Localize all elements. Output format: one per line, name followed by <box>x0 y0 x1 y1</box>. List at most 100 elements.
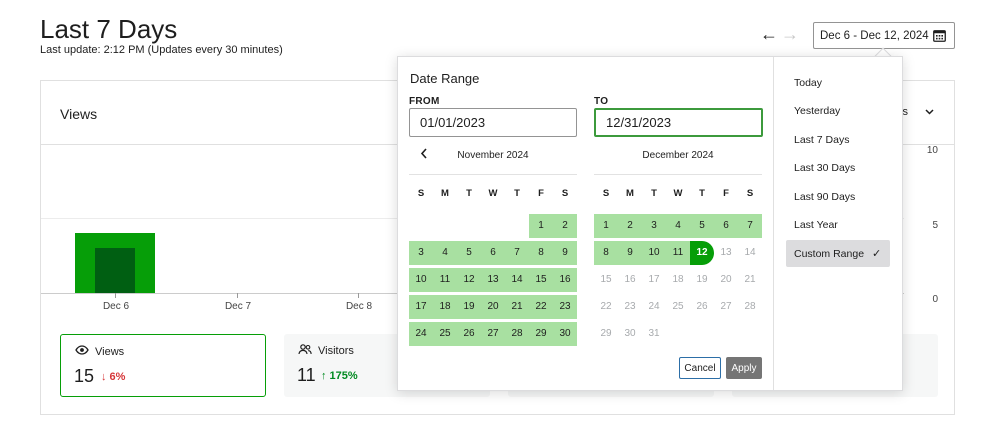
x-tick <box>115 293 116 298</box>
views-stat-tile[interactable]: Views 15 ↓ 6% <box>60 334 266 397</box>
calendar-day[interactable]: 13 <box>481 267 505 292</box>
calendar-day[interactable]: 9 <box>553 240 577 265</box>
stat-label: Views <box>95 345 125 358</box>
calendar-day[interactable]: 6 <box>714 213 738 238</box>
calendar-day[interactable]: 8 <box>594 240 618 265</box>
calendar-day[interactable]: 18 <box>433 294 457 319</box>
calendar-day-disabled: 18 <box>672 274 684 285</box>
cancel-button[interactable]: Cancel <box>679 357 721 379</box>
calendar-day-disabled: 22 <box>600 301 612 312</box>
calendar-day-disabled: 28 <box>744 301 756 312</box>
weekday-header: S <box>417 187 425 199</box>
calendar-blank <box>481 214 505 238</box>
calendar-day[interactable]: 20 <box>481 294 505 319</box>
weekday-header: M <box>441 187 449 199</box>
calendar-day[interactable]: 14 <box>505 267 529 292</box>
weekday-header: T <box>514 187 520 199</box>
x-tick <box>358 293 359 298</box>
calendar-day[interactable]: 4 <box>666 213 690 238</box>
calendar-blank <box>505 214 529 238</box>
to-date-input[interactable] <box>594 108 763 137</box>
calendar-day[interactable]: 5 <box>690 213 714 238</box>
calendar-day-disabled: 23 <box>624 301 636 312</box>
weekday-header: W <box>673 187 683 199</box>
calendar-day[interactable]: 10 <box>642 240 666 265</box>
calendar-day[interactable]: 30 <box>553 321 577 346</box>
calendar-day[interactable]: 12 <box>457 267 481 292</box>
calendar-day[interactable]: 15 <box>529 267 553 292</box>
stat-label: Visitors <box>318 345 354 357</box>
calendar-day[interactable]: 9 <box>618 240 642 265</box>
calendar-day-disabled: 17 <box>648 274 660 285</box>
calendar-day[interactable]: 17 <box>409 294 433 319</box>
calendar-day[interactable]: 23 <box>553 294 577 319</box>
calendar-day[interactable]: 28 <box>505 321 529 346</box>
calendar-day-disabled: 20 <box>720 274 732 285</box>
preset-yesterday[interactable]: Yesterday <box>786 98 890 125</box>
calendar-day[interactable]: 25 <box>433 321 457 346</box>
preset-last-7-days[interactable]: Last 7 Days <box>786 126 890 153</box>
weekday-header: M <box>626 187 634 199</box>
preset-label: Yesterday <box>794 105 841 117</box>
calendar-day[interactable]: 1 <box>594 213 618 238</box>
next-period-arrow[interactable]: → <box>781 24 799 44</box>
x-tick-label: Dec 6 <box>102 301 130 312</box>
calendar-day-selected[interactable]: 12 <box>690 240 714 265</box>
weekday-header: F <box>723 187 729 199</box>
preset-custom-range[interactable]: Custom Range ✓ <box>786 240 890 267</box>
calendar-day[interactable]: 2 <box>553 213 577 238</box>
chevron-down-icon <box>925 106 934 118</box>
calendar-day[interactable]: 22 <box>529 294 553 319</box>
calendar-day[interactable]: 27 <box>481 321 505 346</box>
check-icon: ✓ <box>872 248 882 260</box>
calendar-day[interactable]: 4 <box>433 240 457 265</box>
preset-label: Last 90 Days <box>794 190 856 203</box>
stat-delta: ↓ 6% <box>101 371 126 383</box>
calendar-day[interactable]: 8 <box>529 240 553 265</box>
from-date-input[interactable] <box>409 108 577 137</box>
preset-last-30-days[interactable]: Last 30 Days <box>786 155 890 182</box>
stat-value: 15 <box>74 366 95 386</box>
preset-label: Custom Range <box>794 247 865 260</box>
calendar-day[interactable]: 6 <box>481 240 505 265</box>
calendar-day-disabled: 21 <box>744 274 756 285</box>
last-update-text: Last update: 2:12 PM (Updates every 30 m… <box>40 44 283 56</box>
date-range-button[interactable]: Dec 6 - Dec 12, 2024 <box>813 22 955 49</box>
preset-today[interactable]: Today <box>786 69 890 96</box>
calendar-day[interactable]: 11 <box>433 267 457 292</box>
preset-last-year[interactable]: Last Year <box>786 212 890 239</box>
from-label: FROM <box>409 96 440 107</box>
calendar-blank <box>409 214 433 238</box>
calendar-day[interactable]: 2 <box>618 213 642 238</box>
popover-title: Date Range <box>410 71 480 86</box>
calendar-day[interactable]: 26 <box>457 321 481 346</box>
calendar-day[interactable]: 7 <box>505 240 529 265</box>
calendar-day[interactable]: 7 <box>738 213 762 238</box>
calendar-day-disabled: 31 <box>648 328 660 339</box>
previous-period-arrow[interactable]: ← <box>760 24 778 44</box>
stat-delta: ↑ 175% <box>321 370 358 382</box>
calendar-day[interactable]: 5 <box>457 240 481 265</box>
calendar-day-disabled: 13 <box>720 247 732 258</box>
preset-label: Last Year <box>794 219 838 231</box>
y-tick-label: 5 <box>932 220 938 231</box>
calendar-day[interactable]: 19 <box>457 294 481 319</box>
calendar-day[interactable]: 1 <box>529 213 553 238</box>
calendar-day[interactable]: 3 <box>409 240 433 265</box>
calendar-day[interactable]: 16 <box>553 267 577 292</box>
calendar-day[interactable]: 3 <box>642 213 666 238</box>
calendar-day[interactable]: 11 <box>666 240 690 265</box>
month-divider <box>409 174 577 175</box>
calendar-day[interactable]: 24 <box>409 321 433 346</box>
calendar-november: S M T W T F S 1 2 3 4 5 6 7 8 9 10 11 12 13 14 15 16 17 18 19 20 21… <box>409 185 577 347</box>
eye-icon <box>75 345 89 358</box>
calendar-day[interactable]: 29 <box>529 321 553 346</box>
calendar-day[interactable]: 10 <box>409 267 433 292</box>
preset-last-90-days[interactable]: Last 90 Days <box>786 183 890 210</box>
visitors-bar[interactable] <box>95 248 135 293</box>
x-tick-label: Dec 8 <box>345 301 373 312</box>
preset-label: Last 7 Days <box>794 133 850 146</box>
calendar-day[interactable]: 21 <box>505 294 529 319</box>
apply-button[interactable]: Apply <box>726 357 762 379</box>
calendar-day-disabled: 29 <box>600 328 612 339</box>
